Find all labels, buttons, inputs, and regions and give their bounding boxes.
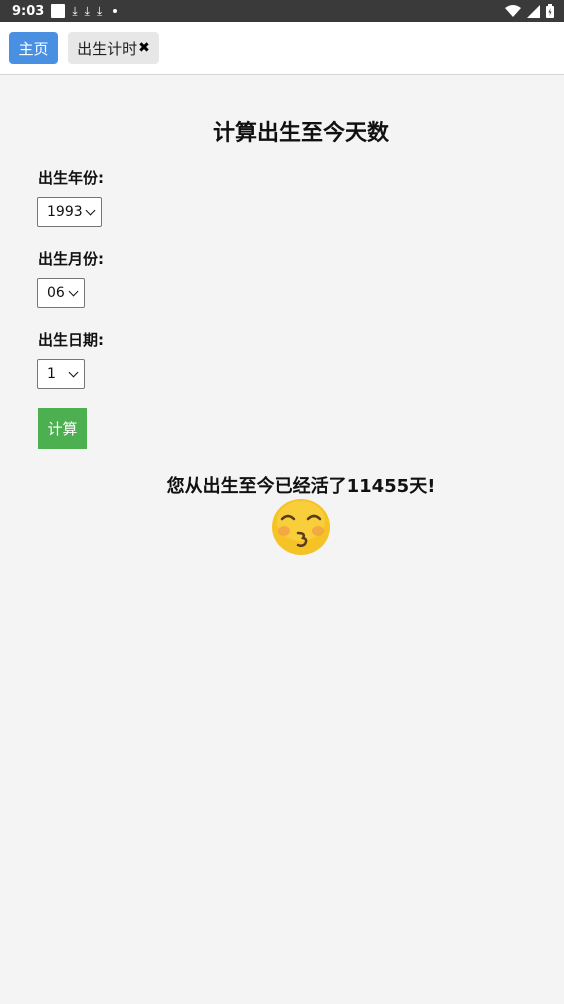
page-title: 计算出生至今天数 xyxy=(212,121,389,146)
day-label: 出生日期: xyxy=(38,331,104,349)
cell-signal-icon xyxy=(527,4,540,18)
year-label: 出生年份: xyxy=(38,169,104,187)
status-left: 9:03 ⤓ ⤓ ⤓ xyxy=(12,3,118,19)
chevron-down-icon xyxy=(68,286,79,296)
tab-bar: 主页 出生计时 ✖ xyxy=(0,22,564,75)
wifi-icon xyxy=(505,5,521,17)
month-select[interactable]: 06 xyxy=(37,278,85,308)
more-notifications-dot-icon xyxy=(113,9,118,13)
status-time: 9:03 xyxy=(12,3,45,19)
day-select-value: 1 xyxy=(47,366,56,382)
result-text: 您从出生至今已经活了11455天! xyxy=(166,476,436,497)
day-select[interactable]: 1 xyxy=(37,359,85,389)
download-icon: ⤓ xyxy=(96,4,103,18)
calculate-button-label: 计算 xyxy=(47,420,78,438)
month-label: 出生月份: xyxy=(38,250,104,268)
year-select-value: 1993 xyxy=(47,204,83,220)
status-right xyxy=(505,4,554,18)
kissing-face-icon xyxy=(272,499,330,555)
month-select-value: 06 xyxy=(47,285,65,301)
tab-birth-timer-label: 出生计时 xyxy=(77,39,138,58)
tab-home[interactable]: 主页 xyxy=(9,32,58,64)
download-icon: ⤓ xyxy=(84,4,90,18)
year-select[interactable]: 1993 xyxy=(37,197,102,227)
close-icon[interactable]: ✖ xyxy=(138,40,150,56)
tab-home-label: 主页 xyxy=(18,39,49,58)
battery-icon xyxy=(546,4,554,18)
main-content: 计算出生至今天数 出生年份: 1993 出生月份: 06 出生日期: 1 计算 … xyxy=(0,75,564,1004)
chevron-down-icon xyxy=(85,205,96,215)
chevron-down-icon xyxy=(68,367,79,377)
calculate-button[interactable]: 计算 xyxy=(38,408,87,449)
download-icon: ⤓ xyxy=(72,4,78,18)
status-bar: 9:03 ⤓ ⤓ ⤓ xyxy=(0,0,564,22)
app-notification-icon xyxy=(51,4,66,18)
tab-birth-timer[interactable]: 出生计时 ✖ xyxy=(68,32,159,64)
